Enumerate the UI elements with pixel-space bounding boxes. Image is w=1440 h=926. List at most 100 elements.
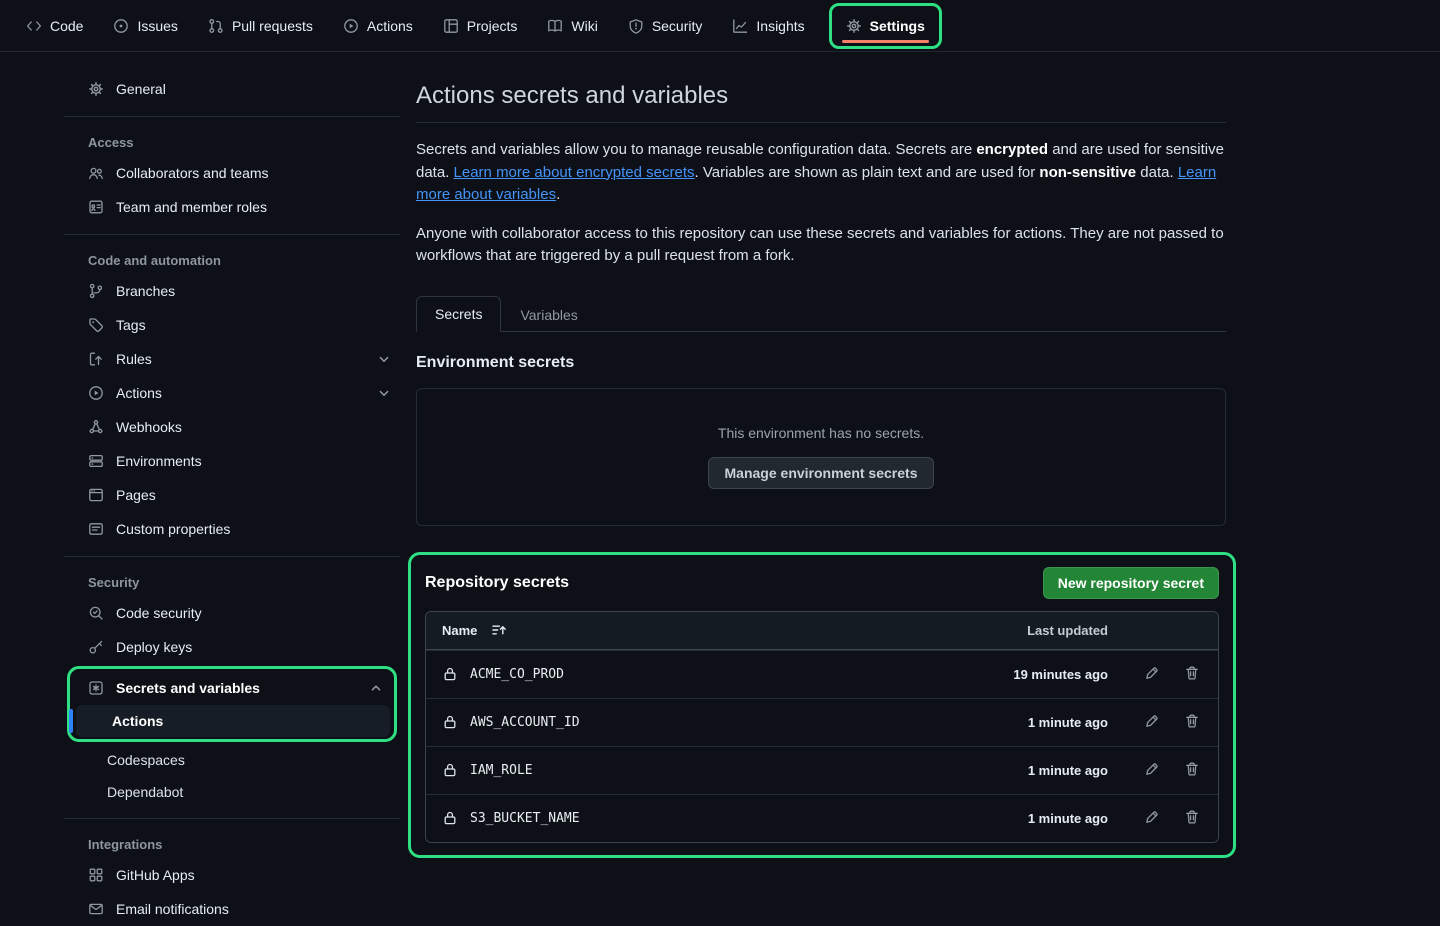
delete-secret-button[interactable] bbox=[1182, 759, 1202, 782]
sidebar-item-webhooks[interactable]: Webhooks bbox=[64, 410, 400, 444]
sidebar-item-general[interactable]: General bbox=[64, 72, 400, 106]
sidebar-section-integrations: Integrations GitHub Apps Email notificat… bbox=[64, 829, 400, 926]
inline-link[interactable]: Learn more about encrypted secrets bbox=[454, 164, 695, 181]
nav-tab-label: Actions bbox=[367, 18, 413, 34]
id-badge-icon bbox=[88, 199, 104, 215]
nav-tab-actions[interactable]: Actions bbox=[331, 8, 425, 44]
settings-sidebar: General Access Collaborators and teams T… bbox=[64, 72, 400, 926]
sidebar-section-access: Access Collaborators and teams Team and … bbox=[64, 127, 400, 224]
graph-icon bbox=[732, 18, 748, 34]
nav-tab-settings[interactable]: Settings bbox=[829, 3, 942, 49]
issue-opened-icon bbox=[113, 18, 129, 34]
sidebar-item-email-notifications[interactable]: Email notifications bbox=[64, 892, 400, 926]
nav-tab-label: Code bbox=[50, 18, 83, 34]
git-pull-request-icon bbox=[208, 18, 224, 34]
people-icon bbox=[88, 165, 104, 181]
environment-secrets-heading: Environment secrets bbox=[416, 354, 1226, 372]
nav-tab-code[interactable]: Code bbox=[14, 8, 95, 44]
nav-tab-pull-requests[interactable]: Pull requests bbox=[196, 8, 325, 44]
nav-tab-wiki[interactable]: Wiki bbox=[535, 8, 609, 44]
edit-secret-button[interactable] bbox=[1142, 663, 1162, 686]
trash-icon bbox=[1184, 713, 1200, 729]
apps-icon bbox=[88, 867, 104, 883]
gear-icon bbox=[88, 81, 104, 97]
tab-secrets[interactable]: Secrets bbox=[416, 296, 501, 332]
secret-row: S3_BUCKET_NAME 1 minute ago bbox=[426, 794, 1218, 842]
edit-secret-button[interactable] bbox=[1142, 807, 1162, 830]
sidebar-subitem-actions[interactable]: Actions bbox=[76, 705, 390, 737]
repository-secrets-section: Repository secrets New repository secret… bbox=[408, 552, 1236, 858]
browser-icon bbox=[88, 487, 104, 503]
sort-ascending-icon[interactable] bbox=[491, 622, 507, 638]
nav-tab-security[interactable]: Security bbox=[616, 8, 715, 44]
mail-icon bbox=[88, 901, 104, 917]
nav-tab-label: Issues bbox=[137, 18, 177, 34]
shield-icon bbox=[628, 18, 644, 34]
secret-last-updated: 1 minute ago bbox=[958, 715, 1108, 730]
secrets-variables-tabs: Secrets Variables bbox=[416, 296, 1226, 332]
sidebar-section-code-and-automation: Code and automation Branches Tags Rules bbox=[64, 245, 400, 546]
sidebar-section-security: Security Code security Deploy keys Secre… bbox=[64, 567, 400, 808]
sidebar-subitem-dependabot[interactable]: Dependabot bbox=[71, 776, 400, 808]
secret-name: S3_BUCKET_NAME bbox=[470, 811, 580, 826]
lock-icon bbox=[442, 714, 458, 730]
sidebar-section-title: Integrations bbox=[64, 829, 400, 858]
delete-secret-button[interactable] bbox=[1182, 807, 1202, 830]
sidebar-subitem-codespaces[interactable]: Codespaces bbox=[71, 744, 400, 776]
column-last-updated-label: Last updated bbox=[958, 623, 1108, 638]
secrets-icon bbox=[88, 680, 104, 696]
sidebar-item-custom-properties[interactable]: Custom properties bbox=[64, 512, 400, 546]
lock-icon bbox=[442, 666, 458, 682]
sidebar-section-title: Code and automation bbox=[64, 245, 400, 274]
nav-tab-label: Pull requests bbox=[232, 18, 313, 34]
sidebar-divider bbox=[64, 556, 400, 557]
server-icon bbox=[88, 453, 104, 469]
chevron-down-icon bbox=[376, 351, 392, 367]
secret-last-updated: 1 minute ago bbox=[958, 811, 1108, 826]
chevron-down-icon bbox=[376, 385, 392, 401]
bold-text: non-sensitive bbox=[1039, 164, 1136, 181]
secret-name: ACME_CO_PROD bbox=[470, 667, 564, 682]
sidebar-item-github-apps[interactable]: GitHub Apps bbox=[64, 858, 400, 892]
nav-tab-label: Settings bbox=[870, 18, 925, 34]
chevron-up-icon bbox=[368, 680, 384, 696]
tab-variables[interactable]: Variables bbox=[501, 297, 596, 332]
table-header-row: Name Last updated bbox=[426, 612, 1218, 650]
delete-secret-button[interactable] bbox=[1182, 663, 1202, 686]
sidebar-item-environments[interactable]: Environments bbox=[64, 444, 400, 478]
manage-environment-secrets-button[interactable]: Manage environment secrets bbox=[708, 457, 935, 489]
sidebar-item-actions[interactable]: Actions bbox=[64, 376, 400, 410]
intro-text: Secrets and variables allow you to manag… bbox=[416, 139, 1226, 207]
sidebar-item-tags[interactable]: Tags bbox=[64, 308, 400, 342]
pencil-icon bbox=[1144, 761, 1160, 777]
sidebar-item-pages[interactable]: Pages bbox=[64, 478, 400, 512]
play-icon bbox=[343, 18, 359, 34]
delete-secret-button[interactable] bbox=[1182, 711, 1202, 734]
secret-row: ACME_CO_PROD 19 minutes ago bbox=[426, 650, 1218, 698]
sidebar-divider bbox=[64, 234, 400, 235]
sidebar-item-branches[interactable]: Branches bbox=[64, 274, 400, 308]
trash-icon bbox=[1184, 761, 1200, 777]
sidebar-item-secrets-and-variables[interactable]: Secrets and variables bbox=[72, 671, 392, 705]
sidebar-item-label: General bbox=[116, 81, 166, 97]
nav-tab-issues[interactable]: Issues bbox=[101, 8, 189, 44]
fork-note: Anyone with collaborator access to this … bbox=[416, 223, 1226, 268]
nav-tab-label: Wiki bbox=[571, 18, 597, 34]
nav-tab-insights[interactable]: Insights bbox=[720, 8, 816, 44]
empty-environment-message: This environment has no secrets. bbox=[718, 425, 924, 441]
repo-tab-bar: Code Issues Pull requests Actions Projec… bbox=[0, 0, 1440, 52]
sidebar-item-code-security[interactable]: Code security bbox=[64, 596, 400, 630]
edit-secret-button[interactable] bbox=[1142, 759, 1162, 782]
sidebar-item-collaborators-and-teams[interactable]: Collaborators and teams bbox=[64, 156, 400, 190]
sidebar-item-team-and-member-roles[interactable]: Team and member roles bbox=[64, 190, 400, 224]
bold-text: encrypted bbox=[976, 141, 1048, 158]
new-repository-secret-button[interactable]: New repository secret bbox=[1043, 567, 1219, 599]
pencil-icon bbox=[1144, 665, 1160, 681]
edit-secret-button[interactable] bbox=[1142, 711, 1162, 734]
code-icon bbox=[26, 18, 42, 34]
active-accent-bar bbox=[69, 709, 73, 733]
sidebar-item-rules[interactable]: Rules bbox=[64, 342, 400, 376]
nav-tab-projects[interactable]: Projects bbox=[431, 8, 530, 44]
sidebar-divider bbox=[64, 116, 400, 117]
sidebar-item-deploy-keys[interactable]: Deploy keys bbox=[64, 630, 400, 664]
